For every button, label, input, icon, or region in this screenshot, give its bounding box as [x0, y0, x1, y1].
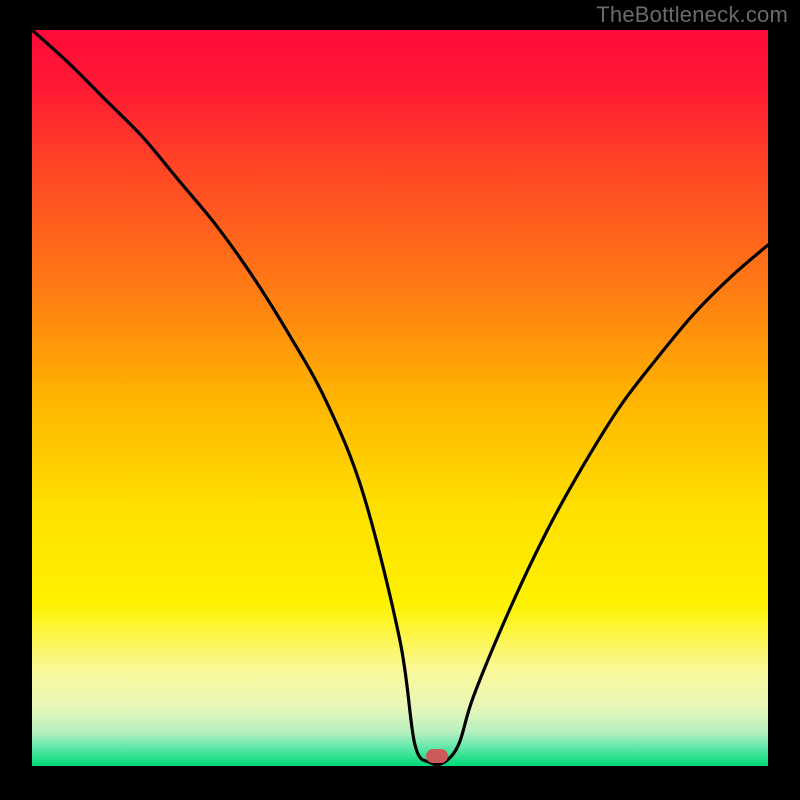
- attribution-label: TheBottleneck.com: [596, 2, 788, 28]
- chart-frame: TheBottleneck.com: [0, 0, 800, 800]
- optimal-marker: [426, 749, 448, 763]
- plot-area: [32, 30, 768, 766]
- bottleneck-curve: [32, 30, 768, 766]
